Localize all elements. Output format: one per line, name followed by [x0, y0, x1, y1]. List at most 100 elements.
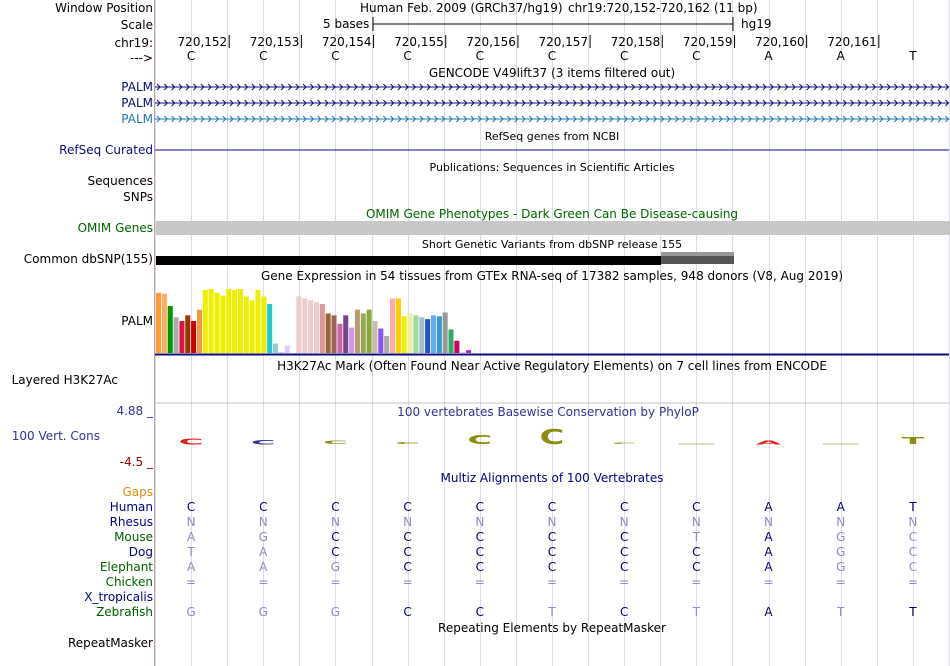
multiz-aligned-base: = — [474, 575, 485, 589]
multiz-aligned-base: N — [475, 515, 485, 529]
multiz-aligned-base: G — [836, 530, 846, 544]
multiz-aligned-base: N — [547, 515, 557, 529]
multiz-aligned-base: T — [187, 545, 195, 559]
multiz-aligned-base: C — [908, 560, 918, 574]
multiz-aligned-base: N — [330, 515, 340, 529]
phylop-base-logo: C — [467, 432, 492, 447]
multiz-aligned-base: A — [259, 560, 268, 574]
multiz-aligned-base: C — [692, 500, 701, 514]
multiz-aligned-base: C — [403, 560, 412, 574]
phylop-base-logo: A — [756, 439, 783, 445]
gtex-tissue-bar — [331, 315, 337, 353]
multiz-aligned-base: G — [836, 545, 846, 559]
omim-gene-bar — [156, 221, 950, 235]
gtex-tissue-bar — [208, 289, 214, 353]
gtex-tissue-bar — [454, 340, 460, 353]
multiz-aligned-base: C — [475, 605, 485, 619]
multiz-aligned-base: = — [835, 575, 846, 589]
multiz-aligned-base: C — [619, 545, 629, 559]
multiz-aligned-base: A — [764, 605, 773, 619]
gtex-tissue-bar — [284, 345, 290, 353]
multiz-aligned-base: C — [692, 560, 701, 574]
gtex-tissue-bar — [308, 300, 314, 353]
gtex-tissue-bar — [319, 304, 325, 353]
multiz-aligned-base: C — [692, 545, 701, 559]
multiz-aligned-base: T — [909, 605, 917, 619]
gtex-tissue-bar — [360, 313, 366, 353]
multiz-aligned-base: C — [547, 560, 557, 574]
multiz-aligned-base: = — [186, 575, 197, 589]
gtex-tissue-bar — [430, 315, 436, 353]
multiz-aligned-base: = — [546, 575, 558, 589]
multiz-aligned-base: C — [619, 605, 629, 619]
genome-browser-track-image[interactable]: Window Position Scale chr19: ---> PALM P… — [0, 0, 950, 666]
multiz-aligned-base: = — [619, 575, 630, 589]
gtex-tissue-bar — [337, 323, 343, 353]
gtex-tissue-bar — [325, 313, 331, 353]
multiz-aligned-base: A — [764, 530, 773, 544]
multiz-aligned-base: N — [908, 515, 918, 529]
multiz-aligned-base: C — [619, 530, 629, 544]
gtex-tissue-bar — [220, 295, 226, 353]
multiz-aligned-base: G — [258, 605, 268, 619]
multiz-aligned-base: = — [691, 575, 702, 589]
gtex-tissue-bar — [413, 315, 419, 353]
multiz-aligned-base: = — [763, 575, 774, 589]
gtex-tissue-bar — [261, 296, 267, 353]
gtex-tissue-bar — [378, 328, 384, 353]
multiz-aligned-base: N — [691, 515, 701, 529]
multiz-aligned-base: A — [186, 560, 196, 574]
multiz-aligned-base: G — [836, 560, 846, 574]
gtex-tissue-bar — [278, 352, 284, 353]
multiz-aligned-base: G — [330, 560, 341, 574]
multiz-aligned-base: C — [331, 545, 340, 559]
multiz-aligned-base: C — [403, 605, 412, 619]
multiz-aligned-base: C — [475, 545, 485, 559]
gtex-tissue-bar — [313, 302, 319, 353]
gtex-tissue-bar — [372, 321, 378, 353]
multiz-aligned-base: = — [330, 575, 341, 589]
gtex-tissue-bar — [442, 312, 448, 353]
multiz-aligned-base: G — [258, 530, 268, 544]
multiz-aligned-base: C — [475, 500, 485, 514]
multiz-aligned-base: = — [258, 575, 269, 589]
gtex-tissue-bar — [436, 316, 442, 353]
multiz-aligned-base: N — [764, 515, 774, 529]
gtex-tissue-bar — [167, 305, 173, 353]
gtex-tissue-bar — [255, 289, 261, 353]
multiz-aligned-base: A — [259, 545, 268, 559]
gtex-tissue-bar — [390, 298, 396, 353]
multiz-aligned-base: C — [259, 500, 268, 514]
gtex-tissue-bar — [226, 289, 232, 353]
gtex-tissue-bar — [156, 292, 162, 353]
gtex-tissue-bar — [395, 298, 401, 353]
phylop-base-logo: C — [612, 442, 637, 444]
multiz-aligned-base: N — [258, 515, 268, 529]
multiz-aligned-base: C — [908, 530, 918, 544]
gtex-tissue-bar — [173, 317, 179, 353]
gtex-tissue-bar — [384, 336, 390, 353]
multiz-aligned-base: T — [548, 605, 556, 619]
gtex-tissue-bar — [302, 298, 308, 353]
multiz-aligned-base: C — [619, 500, 629, 514]
multiz-aligned-base: A — [764, 545, 773, 559]
gtex-tissue-bar — [179, 321, 185, 353]
multiz-aligned-base: C — [403, 545, 412, 559]
gtex-tissue-bar — [191, 321, 197, 353]
phylop-base-logo: C — [395, 442, 420, 445]
gtex-tissue-bar — [237, 289, 243, 353]
multiz-aligned-base: G — [186, 605, 196, 619]
gtex-tissue-bar — [354, 309, 360, 353]
gtex-tissue-bar — [425, 319, 431, 353]
gtex-tissue-bar — [407, 313, 413, 353]
gtex-tissue-bar — [273, 343, 279, 353]
dbsnp-variant-black — [156, 256, 661, 265]
gtex-tissue-bar — [349, 327, 355, 353]
multiz-aligned-base: = — [402, 575, 413, 589]
phylop-base-logo: C — [179, 437, 204, 447]
multiz-aligned-base: C — [331, 530, 340, 544]
multiz-aligned-base: T — [692, 530, 701, 544]
multiz-aligned-base: N — [836, 515, 846, 529]
gtex-tissue-bar — [419, 317, 425, 353]
gtex-tissue-bar — [214, 292, 220, 353]
